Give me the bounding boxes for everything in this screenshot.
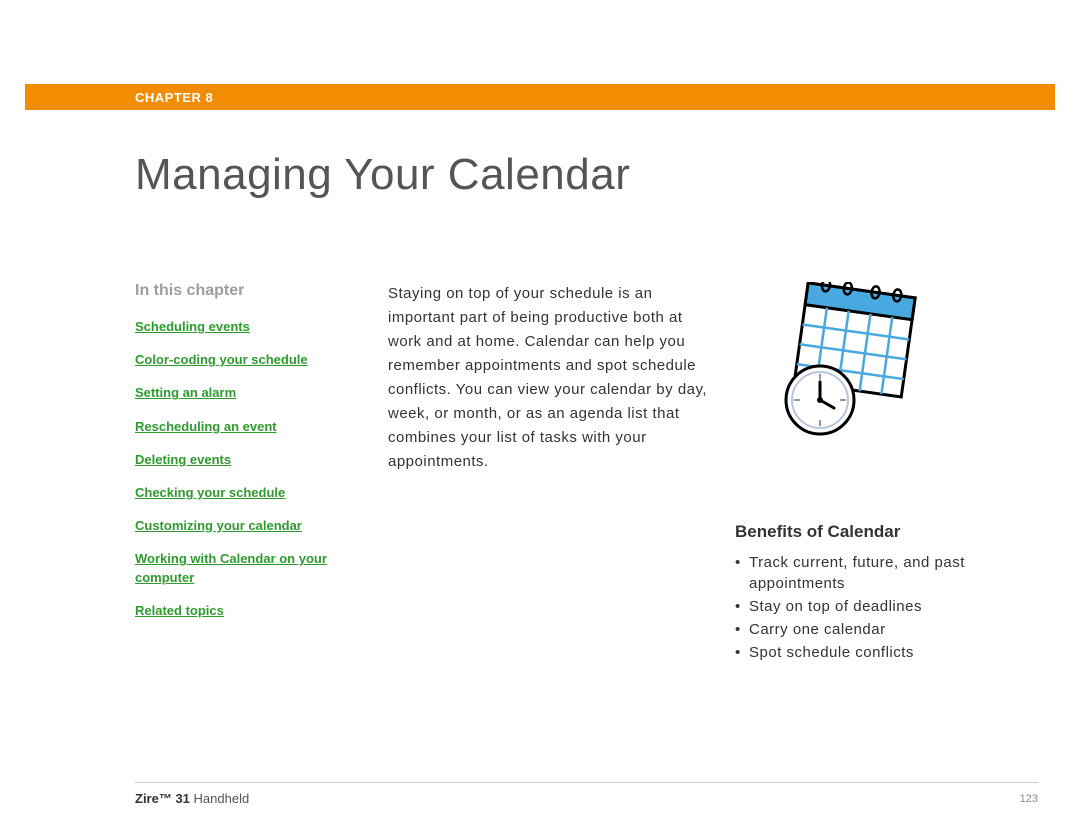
toc-link-related-topics[interactable]: Related topics [135,602,360,620]
in-this-chapter-sidebar: In this chapter Scheduling events Color-… [135,282,360,635]
toc-link-scheduling-events[interactable]: Scheduling events [135,318,360,336]
sidebar-heading: In this chapter [135,282,360,300]
toc-link-customizing[interactable]: Customizing your calendar [135,517,360,535]
page-title: Managing Your Calendar [135,150,630,200]
list-item: Stay on top of deadlines [735,596,1035,617]
benefits-heading: Benefits of Calendar [735,522,1035,542]
toc-link-checking[interactable]: Checking your schedule [135,484,360,502]
list-item: Spot schedule conflicts [735,642,1035,663]
toc-link-setting-alarm[interactable]: Setting an alarm [135,384,360,402]
list-item: Track current, future, and past appointm… [735,552,1035,594]
footer-page-number: 123 [1020,793,1038,805]
chapter-label: CHAPTER 8 [135,90,213,105]
toc-link-working-computer[interactable]: Working with Calendar on your computer [135,550,360,586]
intro-paragraph: Staying on top of your schedule is an im… [388,282,708,474]
page-footer: Zire™ 31 Handheld 123 [135,782,1038,806]
footer-product-rest: Handheld [190,791,249,806]
chapter-banner: CHAPTER 8 [25,84,1055,110]
list-item: Carry one calendar [735,619,1035,640]
toc-link-color-coding[interactable]: Color-coding your schedule [135,351,360,369]
toc-link-deleting[interactable]: Deleting events [135,451,360,469]
benefits-list: Track current, future, and past appointm… [735,552,1035,663]
benefits-block: Benefits of Calendar Track current, futu… [735,522,1035,665]
calendar-clock-icon [770,282,930,442]
footer-product: Zire™ 31 Handheld [135,791,249,806]
toc-link-rescheduling[interactable]: Rescheduling an event [135,418,360,436]
footer-product-name: Zire™ 31 [135,791,190,806]
